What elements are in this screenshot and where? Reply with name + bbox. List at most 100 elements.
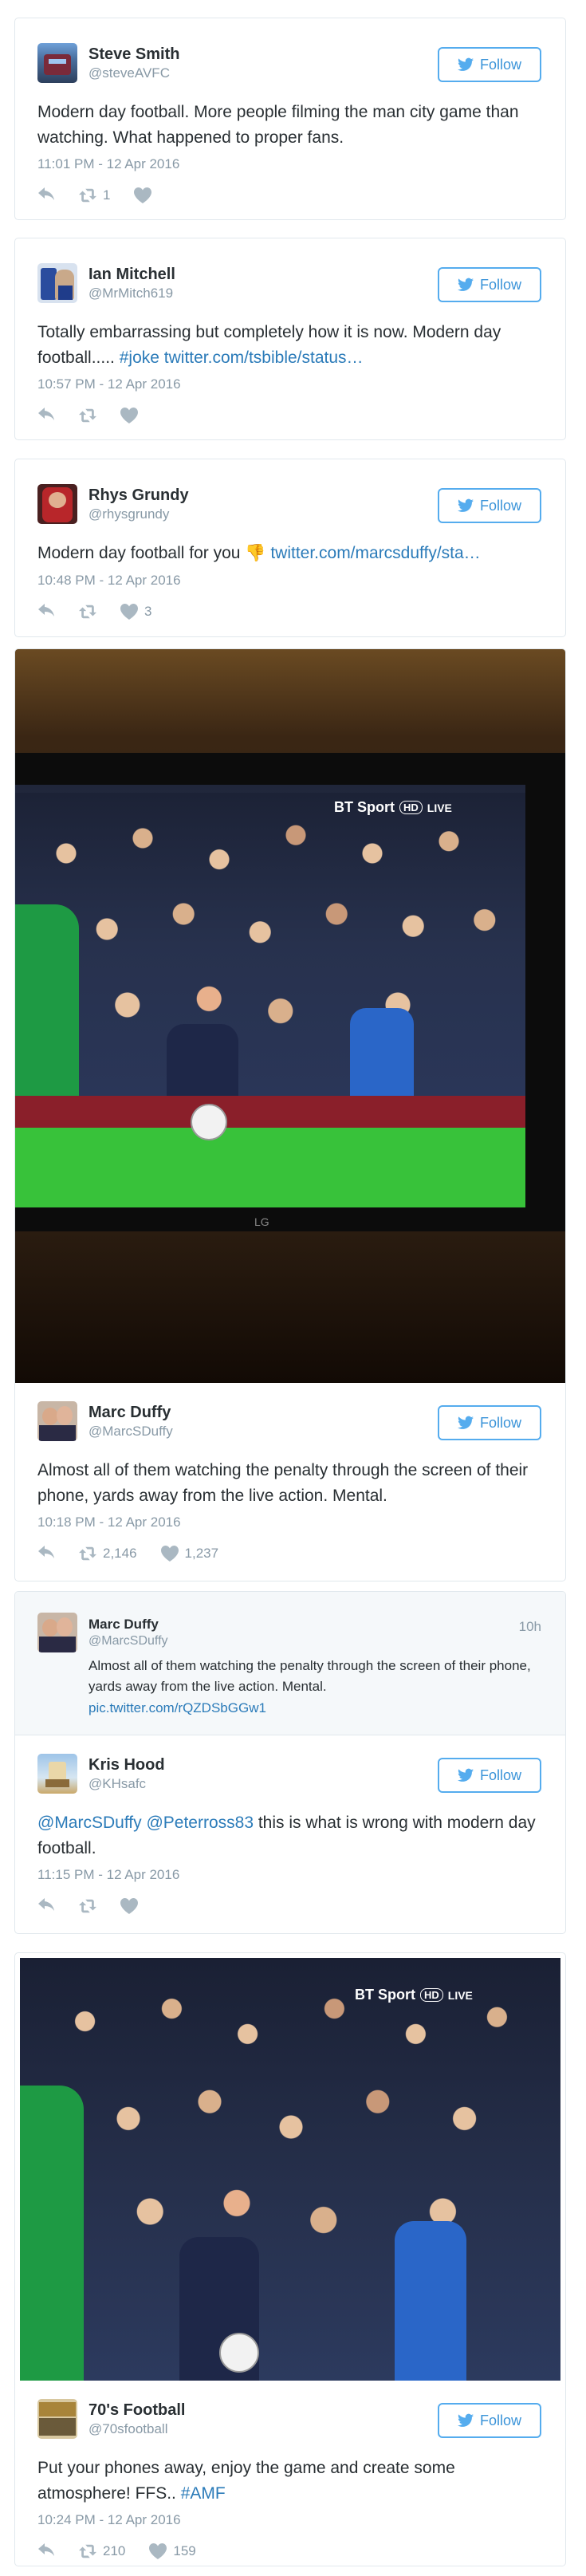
twitter-bird-icon [458, 2413, 474, 2428]
like-button[interactable] [120, 1898, 138, 1914]
tv-hd-badge: HD [399, 801, 423, 814]
avatar[interactable] [37, 484, 77, 524]
retweet-button[interactable] [79, 408, 96, 423]
follow-button[interactable]: Follow [438, 1405, 541, 1440]
twitter-bird-icon [458, 1416, 474, 1430]
like-count: 159 [173, 2543, 196, 2558]
reply-button[interactable] [37, 1546, 55, 1562]
tweet-link[interactable]: twitter.com/marcsduffy/sta… [270, 544, 480, 562]
follow-button[interactable]: Follow [438, 267, 541, 302]
retweet-count: 210 [103, 2543, 126, 2558]
reply-button[interactable] [37, 2543, 55, 2559]
like-button[interactable]: 1,237 [161, 1546, 219, 1562]
like-button[interactable]: 159 [149, 2543, 196, 2559]
tv-live-label: LIVE [427, 801, 452, 814]
heart-icon [120, 604, 138, 620]
tweet-timestamp[interactable]: 10:18 PM - 12 Apr 2016 [37, 1514, 543, 1530]
author-name[interactable]: 70's Football [88, 2401, 185, 2420]
author-handle[interactable]: @70sfootball [88, 2420, 185, 2437]
heart-icon [120, 1898, 138, 1914]
tweet-timestamp[interactable]: 10:57 PM - 12 Apr 2016 [37, 376, 543, 392]
tweet-text: Put your phones away, enjoy the game and… [37, 2459, 455, 2503]
reply-button[interactable] [37, 604, 55, 620]
tweet-text: Almost all of them watching the penalty … [37, 1461, 529, 1505]
tweet-text: Modern day football for you 👎 twitter.co… [37, 544, 481, 562]
mention-link[interactable]: @MarcSDuffy [37, 1814, 142, 1832]
heart-icon [161, 1546, 179, 1562]
avatar[interactable] [37, 2399, 77, 2439]
retweet-button[interactable]: 2,146 [79, 1546, 137, 1562]
tweet-card: Ian Mitchell @MrMitch619 Follow Totally … [14, 238, 566, 440]
follow-button[interactable]: Follow [438, 1758, 541, 1794]
tweet-card: Marc Duffy @MarcSDuffy 10h Almost all of… [14, 1591, 566, 1934]
like-button[interactable]: 3 [120, 603, 151, 620]
like-button[interactable] [134, 187, 151, 203]
quoted-tweet-text: Almost all of them watching the penalty … [88, 1658, 531, 1715]
retweet-button[interactable] [79, 604, 96, 620]
reply-icon [37, 187, 55, 203]
author-handle[interactable]: @rhysgrundy [88, 506, 189, 522]
retweet-count: 2,146 [103, 1546, 137, 1561]
author-name[interactable]: Rhys Grundy [88, 486, 189, 506]
reply-icon [37, 2543, 55, 2559]
retweet-icon [79, 604, 96, 620]
avatar[interactable] [37, 1754, 77, 1794]
avatar[interactable] [37, 1613, 77, 1652]
author-name[interactable]: Steve Smith [88, 45, 179, 65]
like-count: 1,237 [184, 1546, 219, 1561]
author-handle[interactable]: @MrMitch619 [88, 285, 175, 301]
tv-live-label: LIVE [447, 1988, 473, 2002]
heart-icon [149, 2543, 167, 2559]
follow-button[interactable]: Follow [438, 47, 541, 82]
tweet-timestamp[interactable]: 11:01 PM - 12 Apr 2016 [37, 156, 543, 172]
retweet-button[interactable] [79, 1898, 96, 1914]
tweet-timestamp[interactable]: 10:48 PM - 12 Apr 2016 [37, 573, 543, 589]
retweet-button[interactable]: 210 [79, 2543, 125, 2559]
mention-link[interactable]: @Peterross83 [146, 1814, 254, 1832]
reply-button[interactable] [37, 1898, 55, 1914]
tweet-timestamp[interactable]: 10:24 PM - 12 Apr 2016 [37, 2512, 543, 2528]
quoted-tweet[interactable]: Marc Duffy @MarcSDuffy 10h Almost all of… [15, 1592, 565, 1736]
quoted-author-handle[interactable]: @MarcSDuffy [88, 1633, 168, 1649]
author-name[interactable]: Kris Hood [88, 1755, 165, 1775]
retweet-count: 1 [103, 187, 111, 203]
avatar[interactable] [37, 263, 77, 303]
avatar[interactable] [37, 1401, 77, 1441]
avatar[interactable] [37, 43, 77, 83]
hashtag-link[interactable]: #AMF [181, 2484, 226, 2503]
tweet-card: Rhys Grundy @rhysgrundy Follow Modern da… [14, 459, 566, 637]
tweet-photo[interactable]: BT Sport HD LIVE [20, 1958, 560, 2381]
tv-screen: BT Sport HD LIVE LG [15, 753, 565, 1231]
quoted-tweet-link[interactable]: pic.twitter.com/rQZDSbGGw1 [88, 1700, 266, 1715]
reply-icon [37, 1546, 55, 1562]
retweet-icon [79, 1546, 96, 1562]
tweet-timestamp[interactable]: 11:15 PM - 12 Apr 2016 [37, 1867, 543, 1883]
twitter-bird-icon [458, 278, 474, 292]
tweet-card: BT Sport HD LIVE 70's Football @70sfootb… [14, 1952, 566, 2566]
follow-button[interactable]: Follow [438, 2403, 541, 2438]
retweet-icon [79, 408, 96, 423]
quoted-tweet-age[interactable]: 10h [519, 1619, 541, 1635]
retweet-button[interactable]: 1 [79, 187, 110, 203]
hashtag-link[interactable]: #joke [120, 349, 159, 367]
tweet-link[interactable]: twitter.com/tsbible/status… [164, 349, 364, 367]
tv-brand-logo: LG [254, 1215, 269, 1228]
author-name[interactable]: Marc Duffy [88, 1403, 173, 1423]
reply-icon [37, 1898, 55, 1914]
tweet-card: BT Sport HD LIVE LG Marc Duffy @MarcSDuf… [14, 648, 566, 1581]
reply-button[interactable] [37, 408, 55, 423]
reply-button[interactable] [37, 187, 55, 203]
like-button[interactable] [120, 408, 138, 423]
follow-button[interactable]: Follow [438, 488, 541, 523]
author-handle[interactable]: @KHsafc [88, 1775, 165, 1792]
heart-icon [134, 187, 151, 203]
author-handle[interactable]: @steveAVFC [88, 65, 179, 81]
retweet-icon [79, 1898, 96, 1914]
tv-channel-logo: BT Sport [355, 1987, 415, 2003]
reply-icon [37, 408, 55, 423]
tweet-photo[interactable]: BT Sport HD LIVE LG [15, 649, 565, 1383]
author-handle[interactable]: @MarcSDuffy [88, 1423, 173, 1440]
author-name[interactable]: Ian Mitchell [88, 265, 175, 285]
quoted-author-name[interactable]: Marc Duffy [88, 1616, 168, 1633]
tweet-text: @MarcSDuffy @Peterross83 this is what is… [37, 1814, 536, 1857]
